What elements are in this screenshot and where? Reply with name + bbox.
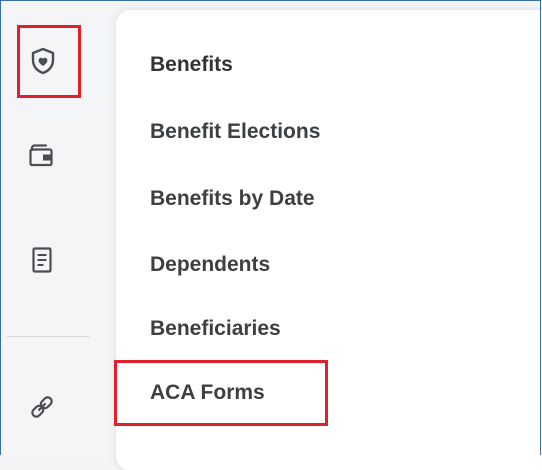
menu-item-beneficiaries[interactable]: Beneficiaries (150, 317, 281, 341)
aca-forms-highlight (114, 360, 328, 426)
rail-divider (6, 336, 90, 337)
menu-item-dependents[interactable]: Dependents (150, 253, 270, 277)
document-icon[interactable] (27, 245, 57, 275)
menu-item-benefits-by-date[interactable]: Benefits by Date (150, 187, 315, 211)
link-icon[interactable] (27, 392, 57, 422)
benefits-icon-highlight (17, 25, 81, 98)
menu-item-benefit-elections[interactable]: Benefit Elections (150, 120, 320, 144)
wallet-icon[interactable] (26, 140, 56, 170)
menu-heading-benefits[interactable]: Benefits (150, 53, 233, 77)
